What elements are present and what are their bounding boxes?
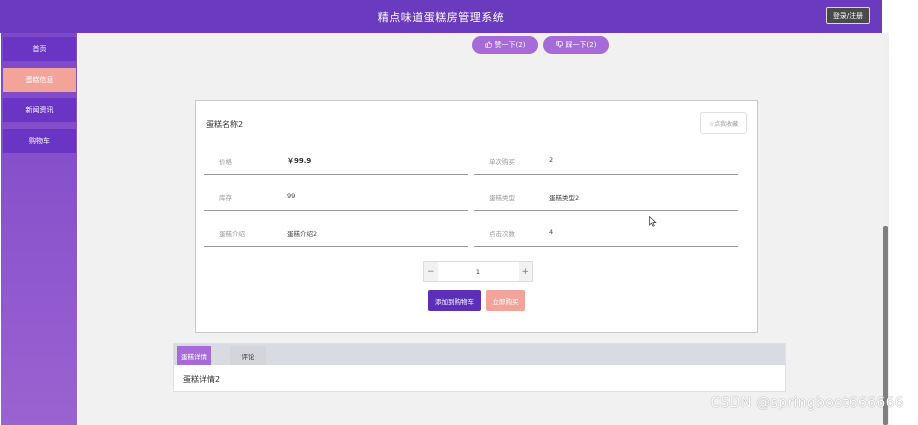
product-card: 蛋糕名称2 ☆点我收藏 价格 ￥99.9 单次购买 2 库存 99 蛋糕类型 蛋… bbox=[195, 100, 758, 333]
field-value: ￥99.9 bbox=[287, 157, 312, 165]
field-value: 蛋糕类型2 bbox=[549, 194, 580, 202]
sidebar-item-home[interactable]: 首页 bbox=[3, 37, 76, 61]
buy-now-button[interactable]: 立即购买 bbox=[486, 290, 525, 311]
tab-cake-detail[interactable]: 蛋糕详情 bbox=[177, 346, 211, 365]
field-stock: 库存 99 bbox=[204, 182, 468, 211]
tabs-bar: 蛋糕详情 评论 bbox=[174, 344, 785, 365]
like-label: 赞一下(2) bbox=[494, 41, 526, 49]
mouse-pointer-icon bbox=[649, 216, 657, 227]
field-label: 点击次数 bbox=[489, 230, 515, 238]
decrease-button[interactable]: − bbox=[424, 262, 438, 281]
field-cake-type: 蛋糕类型 蛋糕类型2 bbox=[474, 182, 738, 211]
add-to-cart-button[interactable]: 添加到购物车 bbox=[428, 290, 481, 311]
dislike-label: 踩一下(2) bbox=[565, 41, 597, 49]
watermark: CSDN @springboot666666 bbox=[710, 395, 904, 411]
tab-comments[interactable]: 评论 bbox=[230, 346, 266, 365]
field-per-purchase: 单次购买 2 bbox=[474, 146, 738, 175]
field-value: 4 bbox=[549, 228, 554, 236]
quantity-input[interactable] bbox=[437, 262, 519, 281]
sidebar-item-news[interactable]: 新闻资讯 bbox=[3, 98, 76, 122]
sidebar-item-cake-info[interactable]: 蛋糕信息 bbox=[3, 68, 76, 92]
quantity-stepper: − + bbox=[423, 261, 533, 282]
field-label: 价格 bbox=[219, 158, 232, 166]
like-button[interactable]: 赞一下(2) bbox=[472, 36, 538, 54]
thumbs-up-icon bbox=[484, 40, 492, 50]
increase-button[interactable]: + bbox=[518, 262, 532, 281]
field-label: 蛋糕介绍 bbox=[219, 230, 245, 238]
field-value: 蛋糕介绍2 bbox=[287, 230, 318, 238]
favorite-label: ☆点我收藏 bbox=[708, 120, 739, 128]
login-register-button[interactable]: 登录/注册 bbox=[826, 7, 870, 24]
top-header: 精点味道蛋糕房管理系统 登录/注册 bbox=[0, 0, 882, 33]
field-value: 99 bbox=[287, 192, 296, 200]
field-value: 2 bbox=[549, 156, 554, 164]
sidebar: 首页 蛋糕信息 新闻资讯 购物车 bbox=[1, 33, 77, 425]
app-title: 精点味道蛋糕房管理系统 bbox=[377, 11, 505, 24]
tab-content: 蛋糕详情2 bbox=[183, 375, 221, 384]
field-label: 单次购买 bbox=[489, 158, 515, 166]
product-name: 蛋糕名称2 bbox=[206, 120, 244, 129]
field-description: 蛋糕介绍 蛋糕介绍2 bbox=[204, 218, 468, 247]
favorite-button[interactable]: ☆点我收藏 bbox=[700, 112, 747, 134]
thumbs-down-icon bbox=[555, 40, 563, 50]
field-price: 价格 ￥99.9 bbox=[204, 146, 468, 175]
field-label: 蛋糕类型 bbox=[489, 194, 515, 202]
sidebar-item-cart[interactable]: 购物车 bbox=[3, 129, 76, 153]
field-click-count: 点击次数 4 bbox=[474, 218, 738, 247]
detail-tabs-panel: 蛋糕详情 评论 蛋糕详情2 bbox=[173, 343, 786, 392]
dislike-button[interactable]: 踩一下(2) bbox=[543, 36, 609, 54]
field-label: 库存 bbox=[219, 194, 232, 202]
